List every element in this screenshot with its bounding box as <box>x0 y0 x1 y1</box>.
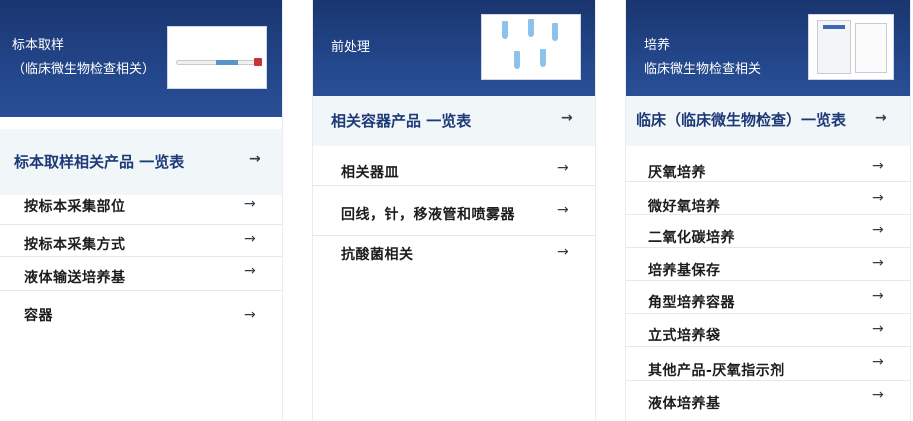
list-item[interactable]: 回线，针，移液管和喷雾器 → <box>313 186 595 236</box>
package-label <box>823 25 845 29</box>
card-culture: 培养 临床微生物检查相关 临床（临床微生物检查）一览表 → 厌氧培养 → 微好氧… <box>625 0 911 421</box>
card-preprocessing: 前处理 相关容器产品 一览表 → 相关器皿 → 回线，针，移液管和喷雾器 → 抗… <box>312 0 596 421</box>
arrow-right-icon[interactable]: → <box>244 231 256 247</box>
arrow-right-icon[interactable]: → <box>875 110 887 126</box>
list-item[interactable]: 角型培养容器 → <box>626 281 910 314</box>
arrow-right-icon[interactable]: → <box>557 244 569 260</box>
list-title: 相关容器产品 一览表 <box>331 112 472 130</box>
card-header-title: 前处理 <box>331 36 370 60</box>
list-item-label: 按标本采集方式 <box>24 237 126 253</box>
list-item[interactable]: 按标本采集方式 → <box>0 225 282 257</box>
vial <box>528 19 534 37</box>
vial <box>540 49 546 67</box>
list-item-label: 容器 <box>24 308 53 324</box>
arrow-right-icon[interactable]: → <box>872 255 884 271</box>
list-heading-link[interactable]: 临床（临床微生物检查）一览表 → <box>626 96 910 146</box>
card-header: 标本取样 （临床微生物检查相关） <box>0 0 282 117</box>
arrow-right-icon[interactable]: → <box>557 202 569 218</box>
vial <box>502 21 508 39</box>
header-line: （临床微生物检查相关） <box>12 62 156 77</box>
arrow-right-icon[interactable]: → <box>872 321 884 337</box>
arrow-right-icon[interactable]: → <box>244 263 256 279</box>
list-item[interactable]: 液体输送培养基 → <box>0 257 282 291</box>
card-header: 培养 临床微生物检查相关 <box>626 0 910 96</box>
card-header-title: 标本取样 （临床微生物检查相关） <box>12 34 155 82</box>
list-heading-link[interactable]: 标本取样相关产品 一览表 → <box>0 129 282 195</box>
swab-tube-icon[interactable] <box>167 26 267 89</box>
list-item[interactable]: 培养基保存 → <box>626 248 910 281</box>
list-item[interactable]: 容器 → <box>0 291 282 331</box>
list-item[interactable]: 立式培养袋 → <box>626 314 910 347</box>
list-item-label: 微好氧培养 <box>648 199 721 215</box>
arrow-right-icon[interactable]: → <box>561 110 573 126</box>
list-item[interactable]: 其他产品-厌氧指示剂 → <box>626 347 910 381</box>
package-back <box>855 23 887 73</box>
vial <box>514 51 520 69</box>
arrow-right-icon[interactable]: → <box>244 196 256 212</box>
vial <box>552 23 558 41</box>
card-header: 前处理 <box>313 0 595 96</box>
header-line: 培养 <box>644 38 671 53</box>
list-heading-link[interactable]: 相关容器产品 一览表 → <box>313 96 595 146</box>
list-item[interactable]: 液体培养基 → <box>626 381 910 417</box>
list-item-label: 角型培养容器 <box>648 295 735 311</box>
list-item[interactable]: 二氧化碳培养 → <box>626 215 910 248</box>
centrifuge-tubes-icon[interactable] <box>481 14 581 80</box>
arrow-right-icon[interactable]: → <box>872 190 884 206</box>
culture-bag-icon[interactable] <box>808 14 894 80</box>
arrow-right-icon[interactable]: → <box>557 160 569 176</box>
tube-cap <box>254 58 262 66</box>
header-line: 临床微生物检查相关 <box>644 62 762 77</box>
list-title: 标本取样相关产品 一览表 <box>14 153 185 171</box>
arrow-right-icon[interactable]: → <box>244 307 256 323</box>
list-item[interactable]: 抗酸菌相关 → <box>313 236 595 272</box>
page: 标本取样 （临床微生物检查相关） 标本取样相关产品 一览表 → 按标本采集部位 … <box>0 0 913 421</box>
list-item-label: 液体输送培养基 <box>24 270 126 286</box>
tube-label <box>216 60 238 65</box>
list-item-label: 抗酸菌相关 <box>341 247 414 263</box>
list-item-label: 培养基保存 <box>648 263 721 279</box>
card-header-title: 培养 临床微生物检查相关 <box>644 34 761 82</box>
list-item-label: 二氧化碳培养 <box>648 230 735 246</box>
list-item-label: 回线，针，移液管和喷雾器 <box>341 207 515 223</box>
list-item-label: 按标本采集部位 <box>24 199 126 215</box>
card-specimen-sampling: 标本取样 （临床微生物检查相关） 标本取样相关产品 一览表 → 按标本采集部位 … <box>0 0 283 421</box>
header-line: 标本取样 <box>12 38 65 53</box>
arrow-right-icon[interactable]: → <box>872 288 884 304</box>
list-item-label: 液体培养基 <box>648 396 721 412</box>
arrow-right-icon[interactable]: → <box>872 158 884 174</box>
list-item-label: 立式培养袋 <box>648 328 721 344</box>
list-item-label: 其他产品-厌氧指示剂 <box>648 363 785 379</box>
arrow-right-icon[interactable]: → <box>872 354 884 370</box>
list-item[interactable]: 按标本采集部位 → <box>0 192 282 225</box>
arrow-right-icon[interactable]: → <box>872 387 884 403</box>
list-item-label: 相关器皿 <box>341 165 399 181</box>
list-item[interactable]: 相关器皿 → <box>313 160 595 186</box>
list-item-label: 厌氧培养 <box>648 165 706 181</box>
arrow-right-icon[interactable]: → <box>249 151 261 167</box>
list-item[interactable]: 微好氧培养 → <box>626 182 910 215</box>
arrow-right-icon[interactable]: → <box>872 222 884 238</box>
list-item[interactable]: 厌氧培养 → <box>626 158 910 182</box>
list-title: 临床（临床微生物检查）一览表 <box>636 111 847 129</box>
header-line: 前处理 <box>331 40 371 55</box>
